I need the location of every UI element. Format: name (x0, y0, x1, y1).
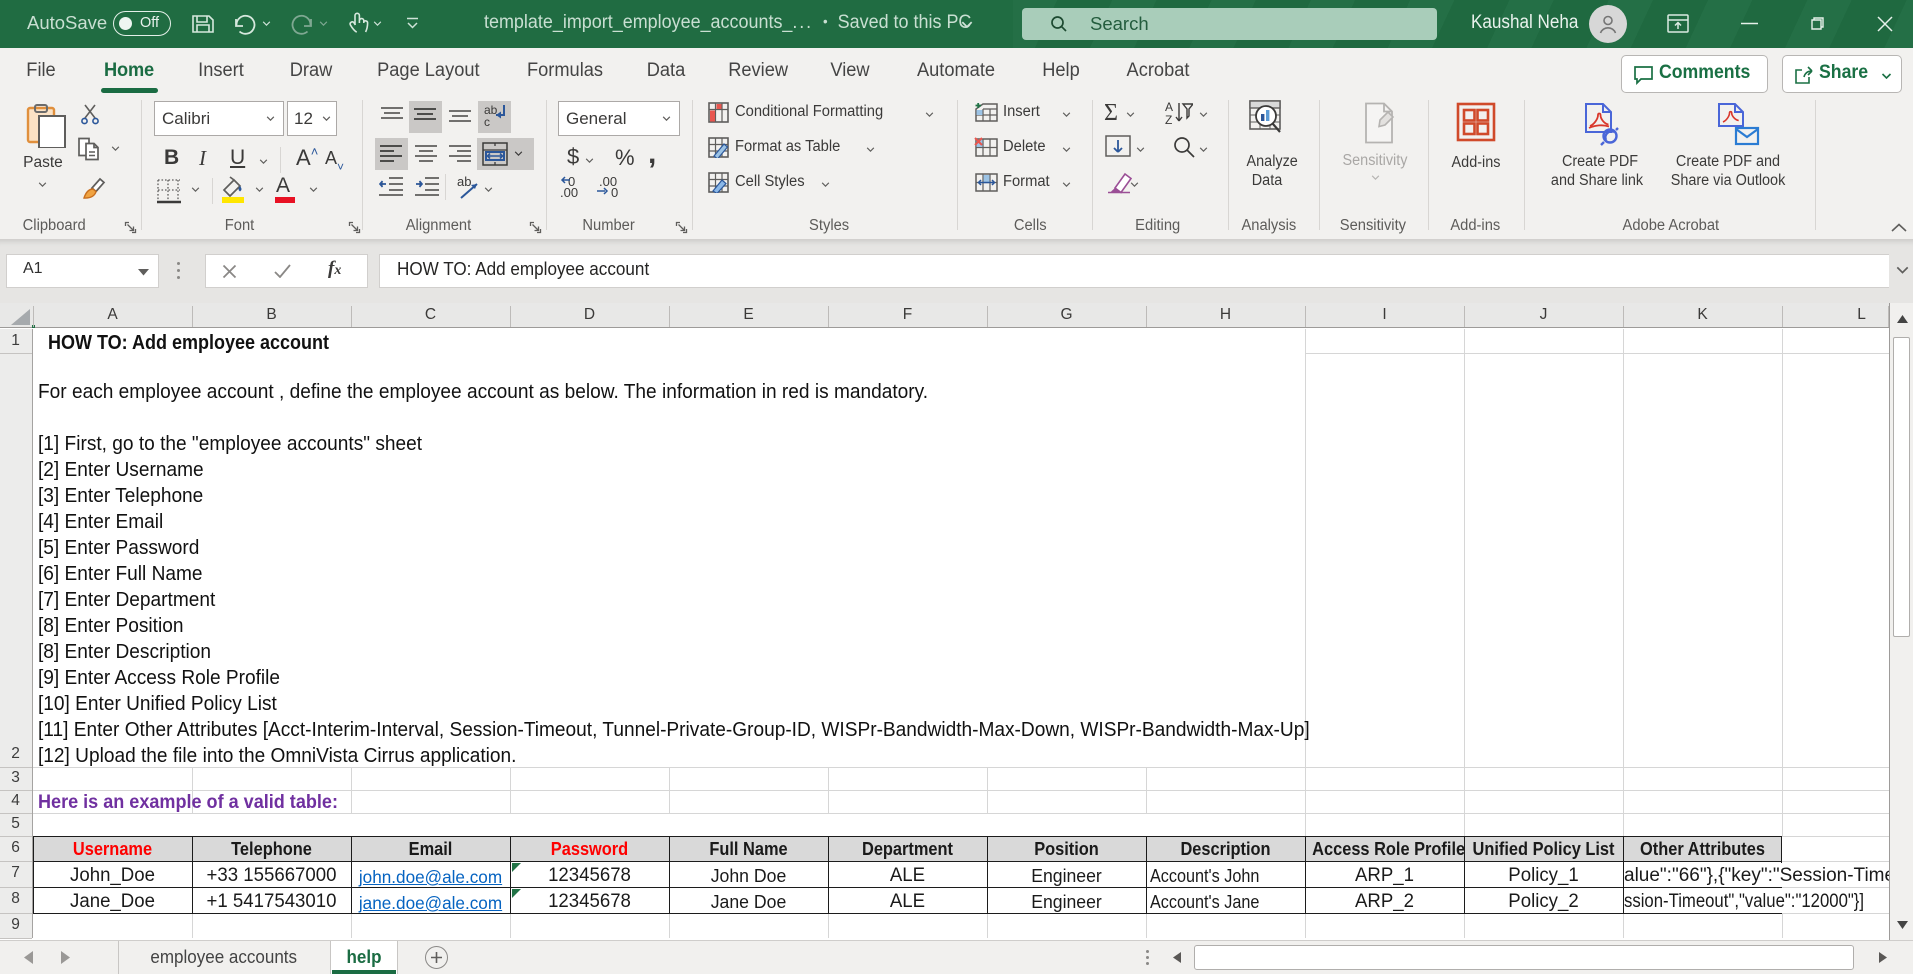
svg-text:Z: Z (1165, 113, 1172, 126)
svg-text:ab: ab (457, 174, 471, 189)
svg-text:c: c (484, 115, 490, 129)
svg-text:A: A (1165, 100, 1173, 114)
